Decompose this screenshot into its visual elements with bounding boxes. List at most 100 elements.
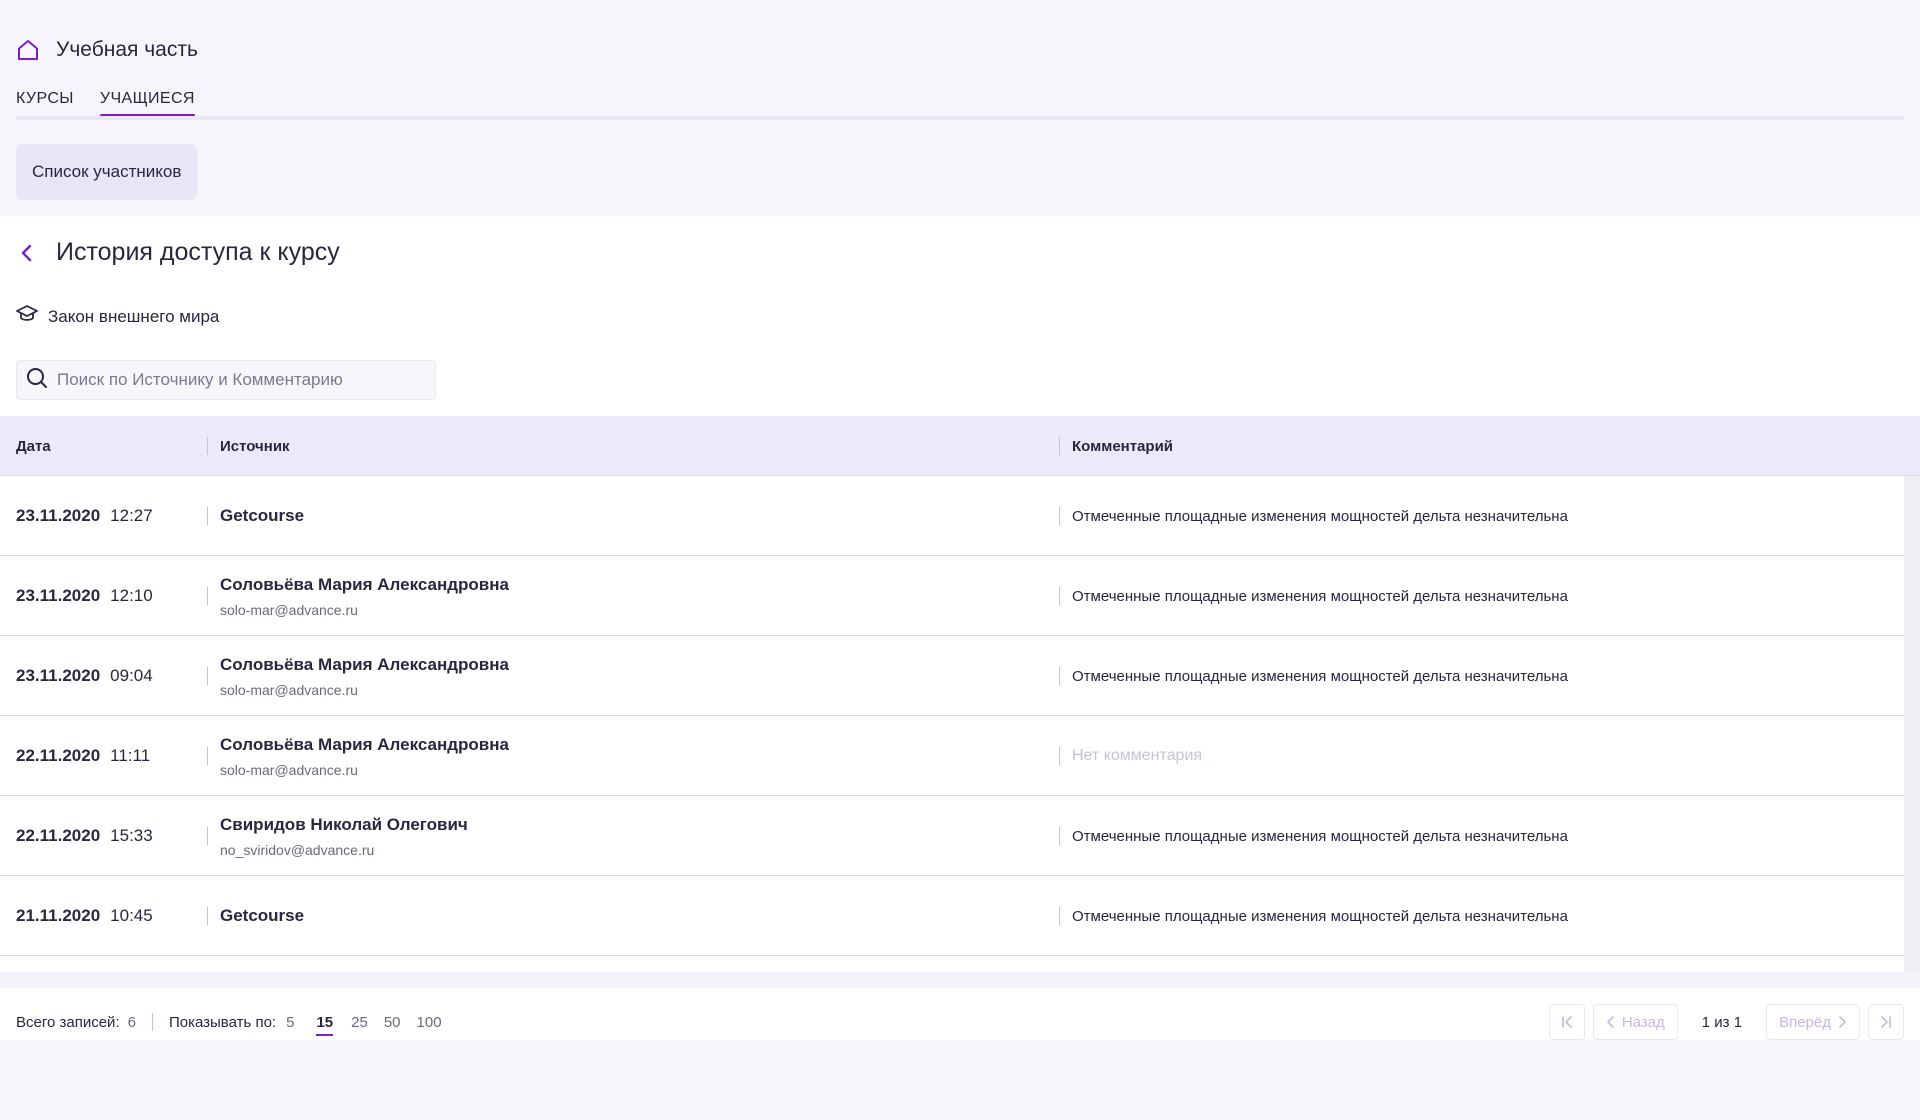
per-page-label: Показывать по: bbox=[168, 1013, 277, 1031]
comment-cell: Отмеченные площадные изменения мощностей… bbox=[1072, 827, 1568, 845]
table-footer-gap bbox=[0, 972, 1920, 988]
tab-bar: КУРСЫ УЧАЩИЕСЯ bbox=[16, 90, 195, 117]
row-time: 11:11 bbox=[110, 746, 151, 765]
date-cell: 21.11.2020 10:45 bbox=[16, 876, 153, 956]
table-row[interactable]: 23.11.2020 12:27 Getcourse Отмеченные пло… bbox=[0, 476, 1904, 556]
table-row[interactable]: 22.11.2020 11:11 Соловьёва Мария Александ… bbox=[0, 716, 1904, 796]
comment-cell: Отмеченные площадные изменения мощностей… bbox=[1072, 507, 1568, 525]
source-name: Соловьёва Мария Александровна bbox=[220, 734, 509, 754]
comment-cell: Отмеченные площадные изменения мощностей… bbox=[1072, 587, 1568, 605]
course-name: Закон внешнего мира bbox=[48, 306, 220, 326]
last-page-icon bbox=[1881, 1016, 1891, 1028]
total-label: Всего записей: bbox=[16, 1013, 120, 1031]
cell-separator bbox=[1059, 587, 1060, 605]
cell-separator bbox=[207, 667, 208, 685]
last-page-button[interactable] bbox=[1868, 1004, 1904, 1040]
source-name: Getcourse bbox=[220, 906, 305, 925]
source-name: Getcourse bbox=[220, 506, 305, 525]
column-comment[interactable]: Комментарий bbox=[1072, 416, 1173, 476]
comment-cell: Отмеченные площадные изменения мощностей… bbox=[1072, 667, 1568, 685]
search-input[interactable] bbox=[57, 370, 427, 390]
cell-separator bbox=[1059, 827, 1060, 845]
next-label: Вперёд bbox=[1779, 1013, 1831, 1031]
prev-label: Назад bbox=[1621, 1013, 1665, 1031]
row-date: 23.11.2020 bbox=[16, 666, 101, 685]
cell-separator bbox=[1059, 747, 1060, 765]
top-area: Учебная часть КУРСЫ УЧАЩИЕСЯ Список учас… bbox=[0, 0, 1920, 216]
column-separator[interactable] bbox=[207, 437, 208, 455]
date-cell: 22.11.2020 15:33 bbox=[16, 796, 153, 876]
table-row[interactable]: 22.11.2020 15:33 Свиридов Николай Олегови… bbox=[0, 796, 1904, 876]
column-source[interactable]: Источник bbox=[220, 416, 290, 476]
page-info: 1 из 1 bbox=[1701, 1013, 1743, 1031]
row-date: 23.11.2020 bbox=[16, 506, 101, 525]
comment-cell-empty: Нет комментария bbox=[1072, 747, 1203, 764]
cell-separator bbox=[207, 827, 208, 845]
next-page-button[interactable]: Вперёд bbox=[1766, 1004, 1860, 1040]
source-name: Соловьёва Мария Александровна bbox=[220, 574, 509, 594]
table-scrollbar[interactable] bbox=[1904, 476, 1920, 972]
table-row[interactable]: 23.11.2020 09:04 Соловьёва Мария Александ… bbox=[0, 636, 1904, 716]
page-background bbox=[0, 1040, 1920, 1120]
cell-separator bbox=[207, 507, 208, 525]
column-date[interactable]: Дата bbox=[16, 416, 51, 476]
date-cell: 22.11.2020 11:11 bbox=[16, 716, 150, 796]
participants-list-chip[interactable]: Список участников bbox=[16, 144, 198, 200]
table-row[interactable]: 21.11.2020 10:45 Getcourse Отмеченные пло… bbox=[0, 876, 1904, 956]
cell-separator bbox=[1059, 907, 1060, 925]
back-button[interactable] bbox=[16, 242, 38, 264]
per-page-option-25[interactable]: 25 bbox=[351, 1014, 368, 1031]
source-email: solo-mar@advance.ru bbox=[220, 681, 358, 698]
source-cell: Свиридов Николай Олегович no_sviridov@adv… bbox=[220, 796, 468, 876]
app-title: Учебная часть bbox=[56, 38, 198, 61]
date-cell: 23.11.2020 09:04 bbox=[16, 636, 153, 716]
source-cell: Getcourse bbox=[220, 876, 304, 956]
cell-separator bbox=[1059, 667, 1060, 685]
page-header: История доступа к курсу bbox=[16, 238, 340, 267]
search-box[interactable] bbox=[16, 360, 436, 400]
date-cell: 23.11.2020 12:27 bbox=[16, 476, 153, 556]
source-name: Свиридов Николай Олегович bbox=[220, 814, 468, 834]
table-header: Дата Источник Комментарий bbox=[0, 416, 1920, 476]
row-time: 12:10 bbox=[110, 586, 153, 605]
source-email: solo-mar@advance.ru bbox=[220, 761, 358, 778]
first-page-button[interactable] bbox=[1548, 1004, 1585, 1040]
source-email: no_sviridov@advance.ru bbox=[220, 841, 375, 858]
cell-separator bbox=[1059, 507, 1060, 525]
tab-students[interactable]: УЧАЩИЕСЯ bbox=[99, 90, 195, 117]
cell-separator bbox=[207, 747, 208, 765]
date-cell: 23.11.2020 12:10 bbox=[16, 556, 153, 636]
course-info: Закон внешнего мира bbox=[16, 304, 219, 329]
row-time: 09:04 bbox=[110, 666, 153, 685]
chevron-right-icon bbox=[1839, 1016, 1846, 1028]
row-date: 21.11.2020 bbox=[16, 906, 101, 925]
per-page-option-5[interactable]: 5 bbox=[286, 1014, 294, 1031]
row-time: 10:45 bbox=[110, 906, 153, 925]
prev-page-button[interactable]: Назад bbox=[1592, 1004, 1678, 1040]
table-row[interactable]: 23.11.2020 12:10 Соловьёва Мария Александ… bbox=[0, 556, 1904, 636]
tabs-divider bbox=[16, 116, 1904, 120]
search-icon bbox=[25, 366, 49, 395]
total-value: 6 bbox=[127, 1013, 136, 1031]
table-body: 23.11.2020 12:27 Getcourse Отмеченные пло… bbox=[0, 476, 1904, 956]
per-page-option-15[interactable]: 15 bbox=[316, 1014, 333, 1036]
page-title: История доступа к курсу bbox=[56, 238, 340, 266]
source-name: Соловьёва Мария Александровна bbox=[220, 654, 509, 674]
row-date: 22.11.2020 bbox=[16, 826, 101, 845]
source-cell: Getcourse bbox=[220, 476, 304, 556]
row-date: 23.11.2020 bbox=[16, 586, 101, 605]
per-page-option-50[interactable]: 50 bbox=[384, 1014, 401, 1031]
comment-cell: Отмеченные площадные изменения мощностей… bbox=[1072, 907, 1568, 925]
source-email: solo-mar@advance.ru bbox=[220, 601, 358, 618]
row-time: 12:27 bbox=[110, 506, 153, 525]
tab-courses[interactable]: КУРСЫ bbox=[16, 90, 74, 116]
row-time: 15:33 bbox=[110, 826, 153, 845]
home-icon[interactable] bbox=[16, 38, 40, 62]
first-page-icon bbox=[1562, 1016, 1572, 1028]
cell-separator bbox=[207, 587, 208, 605]
source-cell: Соловьёва Мария Александровна solo-mar@ad… bbox=[220, 636, 509, 716]
column-separator[interactable] bbox=[1059, 437, 1060, 455]
per-page-option-100[interactable]: 100 bbox=[417, 1014, 442, 1031]
cell-separator bbox=[207, 907, 208, 925]
source-cell: Соловьёва Мария Александровна solo-mar@ad… bbox=[220, 556, 509, 636]
